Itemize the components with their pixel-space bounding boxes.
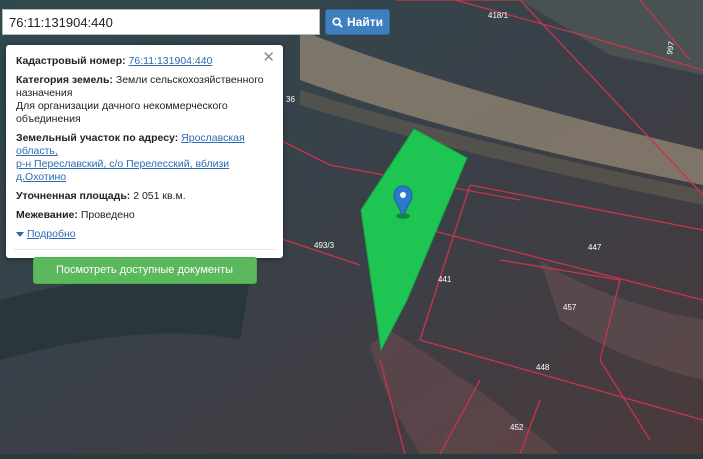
search-icon (332, 16, 343, 28)
close-icon[interactable]: ✕ (262, 50, 275, 65)
address-label: Земельный участок по адресу: (16, 132, 179, 144)
parcel-label-447: 447 (588, 243, 602, 252)
category-row: Категория земель: Земли сельскохозяйстве… (16, 74, 273, 126)
details-link[interactable]: Подробно (27, 228, 76, 241)
category-value-line2: назначения (16, 87, 73, 99)
address-row: Земельный участок по адресу: Ярославская… (16, 132, 273, 184)
survey-value: Проведено (80, 209, 135, 221)
survey-row: Межевание: Проведено (16, 209, 273, 222)
parcel-info-popup: ✕ Кадастровый номер: 76:11:131904:440 Ка… (6, 45, 283, 284)
area-value: 2 051 кв.м. (133, 190, 186, 202)
survey-label: Межевание: (16, 209, 78, 221)
divider (14, 249, 275, 250)
caret-down-icon (16, 232, 24, 237)
category-label: Категория земель: (16, 74, 113, 86)
parcel-label-493-3: 493/3 (314, 241, 335, 250)
cadastral-number-row: Кадастровый номер: 76:11:131904:440 (16, 55, 273, 68)
category-value-line1: Земли сельскохозяйственного (115, 74, 264, 86)
view-documents-button[interactable]: Посмотреть доступные документы (32, 257, 257, 284)
parcel-label-418-1: 418/1 (488, 11, 509, 20)
parcel-label-36: 36 (286, 95, 295, 104)
parcel-label-452: 452 (510, 423, 524, 432)
search-input[interactable] (2, 9, 320, 35)
area-row: Уточненная площадь: 2 051 кв.м. (16, 190, 273, 203)
area-label: Уточненная площадь: (16, 190, 131, 202)
details-toggle[interactable]: Подробно (16, 228, 273, 241)
parcel-label-448: 448 (536, 363, 550, 372)
parcel-label-441: 441 (438, 275, 452, 284)
search-button[interactable]: Найти (325, 9, 390, 35)
cadastral-number-label: Кадастровый номер: (16, 55, 126, 67)
address-link-line2[interactable]: р-н Переславский, с/о Перелесский, вблиз… (16, 158, 229, 183)
parcel-label-457: 457 (563, 303, 577, 312)
search-button-label: Найти (347, 15, 383, 29)
cadastral-number-link[interactable]: 76:11:131904:440 (129, 55, 213, 67)
permitted-use: Для организации дачного некоммерческого … (16, 100, 228, 125)
